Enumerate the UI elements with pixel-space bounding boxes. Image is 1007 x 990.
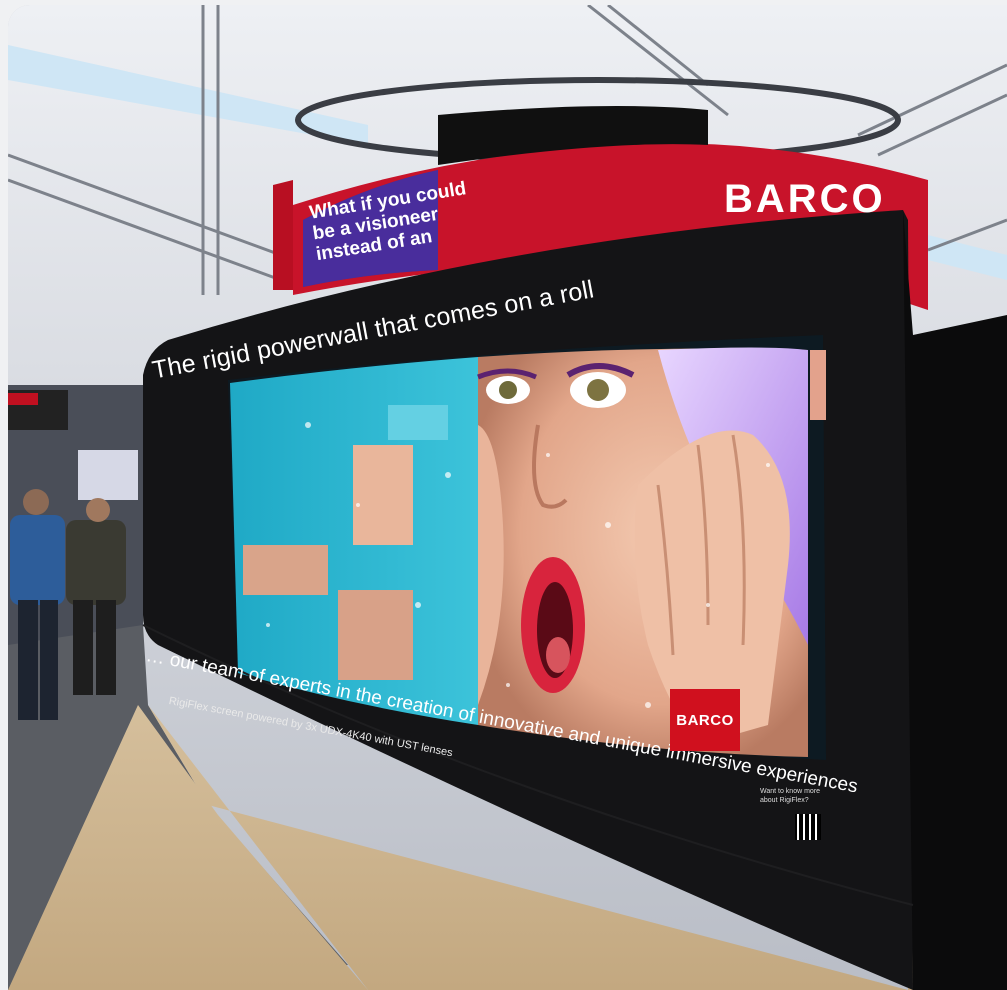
photo-scene	[8, 5, 1007, 990]
qr-code-icon	[795, 814, 821, 840]
screen-brand-logo: BARCO	[676, 711, 734, 729]
screen-brand-badge: BARCO	[670, 689, 740, 751]
photo-card: What if you could be a visioneer instead…	[8, 5, 1007, 990]
